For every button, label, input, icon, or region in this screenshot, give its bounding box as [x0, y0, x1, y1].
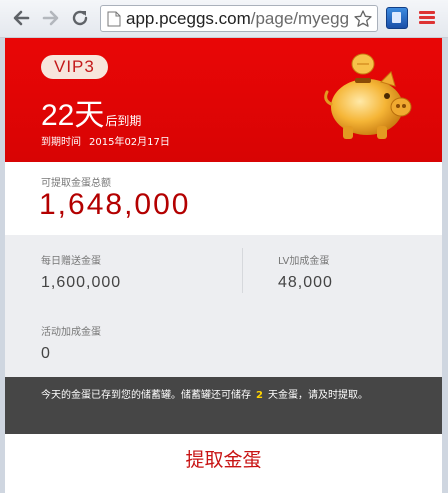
- expiry-date: 2015年02月17日: [89, 137, 170, 148]
- forward-arrow-icon[interactable]: [41, 8, 61, 28]
- days-remaining: 22天后到期: [41, 90, 141, 134]
- days-suffix: 后到期: [105, 114, 142, 128]
- withdrawable-total: 可提取金蛋总额 1,648,000: [5, 162, 442, 235]
- daily-gift-label: 每日赠送金蛋: [41, 256, 101, 267]
- egg-stats: 每日赠送金蛋 1,600,000 LV加成金蛋 48,000 活动加成金蛋 0: [5, 235, 442, 377]
- withdrawable-label: 可提取金蛋总额: [41, 178, 111, 189]
- days-value: 22天: [41, 99, 105, 132]
- address-bar[interactable]: app.pceggs.com/page/myegg: [100, 5, 378, 32]
- browser-toolbar: app.pceggs.com/page/myegg: [0, 0, 448, 38]
- lv-bonus-label: LV加成金蛋: [278, 256, 330, 267]
- activity-bonus-label: 活动加成金蛋: [41, 327, 101, 338]
- vip-header: VIP3 22天后到期 到期时间 2015年02月17日: [5, 38, 442, 162]
- reload-icon[interactable]: [70, 8, 90, 28]
- activity-bonus-value: 0: [41, 345, 51, 362]
- stats-divider: [242, 248, 243, 293]
- page-icon: [107, 11, 121, 27]
- notice-days-highlight: 2: [256, 390, 263, 401]
- daily-gift-value: 1,600,000: [41, 274, 122, 291]
- menu-icon[interactable]: [419, 11, 435, 25]
- lv-bonus-value: 48,000: [278, 274, 333, 291]
- bookmark-star-icon[interactable]: [353, 9, 373, 29]
- notice-text-after: 天金蛋，请及时提取。: [267, 390, 368, 401]
- expiry-info: 到期时间 2015年02月17日: [41, 133, 170, 148]
- url-text[interactable]: app.pceggs.com/page/myegg: [126, 7, 351, 31]
- piggy-bank-icon: [324, 53, 412, 139]
- withdraw-eggs-button[interactable]: 提取金蛋: [5, 434, 442, 493]
- back-arrow-icon[interactable]: [11, 8, 31, 28]
- extension-icon[interactable]: [386, 7, 408, 29]
- window-border-right: [442, 38, 448, 493]
- expiry-label: 到期时间: [41, 137, 81, 148]
- savings-notice: 今天的金蛋已存到您的储蓄罐。储蓄罐还可储存 2 天金蛋，请及时提取。: [5, 377, 442, 434]
- withdrawable-value: 1,648,000: [39, 188, 191, 221]
- vip-badge: VIP3: [41, 55, 108, 79]
- notice-text-before: 今天的金蛋已存到您的储蓄罐。储蓄罐还可储存: [41, 390, 251, 401]
